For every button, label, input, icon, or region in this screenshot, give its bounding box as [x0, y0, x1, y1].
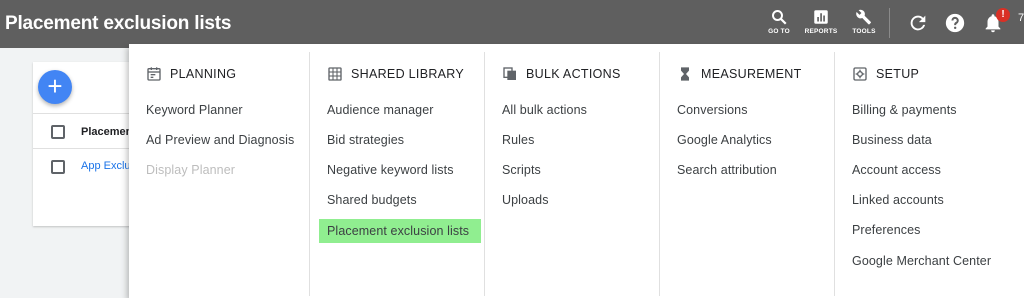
menu-column-setup: SETUP Billing & payments Business data A… — [834, 52, 1024, 296]
hourglass-icon — [681, 67, 689, 81]
menu-item-shared-budgets[interactable]: Shared budgets — [327, 193, 417, 207]
menu-item-rules[interactable]: Rules — [502, 133, 534, 147]
menu-item-conversions[interactable]: Conversions — [677, 103, 748, 117]
top-bar: Placement exclusion lists GO TO REPORTS … — [0, 0, 1024, 48]
bulk-actions-heading-label: BULK ACTIONS — [526, 67, 621, 81]
help-icon[interactable] — [944, 12, 966, 34]
go-to-button[interactable]: GO TO — [757, 6, 801, 42]
table-header-placement[interactable]: Placemen — [81, 126, 132, 138]
settings-icon — [853, 67, 867, 81]
page-title: Placement exclusion lists — [5, 13, 232, 34]
menu-column-bulk-actions: BULK ACTIONS All bulk actions Rules Scri… — [484, 52, 659, 296]
tools-menu: PLANNING Keyword Planner Ad Preview and … — [129, 44, 1024, 298]
row-link[interactable]: App Exclus — [81, 160, 136, 172]
menu-item-negative-keyword-lists[interactable]: Negative keyword lists — [327, 163, 454, 177]
menu-item-keyword-planner[interactable]: Keyword Planner — [146, 103, 243, 117]
planning-heading-label: PLANNING — [170, 67, 237, 81]
menu-item-linked-accounts[interactable]: Linked accounts — [852, 193, 944, 207]
row-checkbox[interactable] — [51, 160, 65, 174]
menu-column-measurement: MEASUREMENT Conversions Google Analytics… — [659, 52, 834, 296]
menu-item-google-merchant-center[interactable]: Google Merchant Center — [852, 254, 991, 268]
menu-item-display-planner: Display Planner — [146, 163, 236, 177]
shared-library-heading-label: SHARED LIBRARY — [351, 67, 465, 81]
reports-icon — [814, 10, 828, 24]
menu-item-audience-manager[interactable]: Audience manager — [327, 103, 434, 117]
menu-item-business-data[interactable]: Business data — [852, 133, 932, 147]
wrench-icon — [856, 9, 871, 25]
measurement-heading-label: MEASUREMENT — [701, 67, 802, 81]
menu-item-bid-strategies[interactable]: Bid strategies — [327, 133, 404, 147]
menu-item-placement-exclusion-lists[interactable]: Placement exclusion lists — [319, 219, 481, 243]
setup-heading-label: SETUP — [876, 67, 920, 81]
menu-item-all-bulk-actions[interactable]: All bulk actions — [502, 103, 587, 117]
search-icon — [772, 10, 787, 25]
go-to-label: GO TO — [768, 28, 790, 35]
tools-button[interactable]: TOOLS — [842, 6, 886, 42]
copy-icon — [503, 67, 516, 80]
menu-column-planning: PLANNING Keyword Planner Ad Preview and … — [129, 52, 309, 296]
calendar-icon — [147, 67, 161, 81]
select-all-checkbox[interactable] — [51, 125, 65, 139]
menu-item-google-analytics[interactable]: Google Analytics — [677, 133, 772, 147]
overflow-text: 7 — [1018, 12, 1024, 24]
grid-icon — [328, 67, 342, 81]
add-button[interactable]: + — [38, 70, 72, 104]
menu-item-preferences[interactable]: Preferences — [852, 223, 921, 237]
menu-item-search-attribution[interactable]: Search attribution — [677, 163, 777, 177]
tools-label: TOOLS — [852, 28, 876, 35]
menu-column-shared-library: SHARED LIBRARY Audience manager Bid stra… — [309, 52, 484, 296]
menu-item-scripts[interactable]: Scripts — [502, 163, 541, 177]
refresh-icon[interactable] — [907, 12, 929, 34]
reports-button[interactable]: REPORTS — [799, 6, 843, 42]
menu-item-account-access[interactable]: Account access — [852, 163, 941, 177]
menu-item-ad-preview[interactable]: Ad Preview and Diagnosis — [146, 133, 294, 147]
menu-item-uploads[interactable]: Uploads — [502, 193, 549, 207]
reports-label: REPORTS — [804, 28, 838, 35]
toolbar-divider — [889, 8, 890, 38]
notification-badge: ! — [996, 8, 1010, 22]
menu-item-billing-payments[interactable]: Billing & payments — [852, 103, 957, 117]
